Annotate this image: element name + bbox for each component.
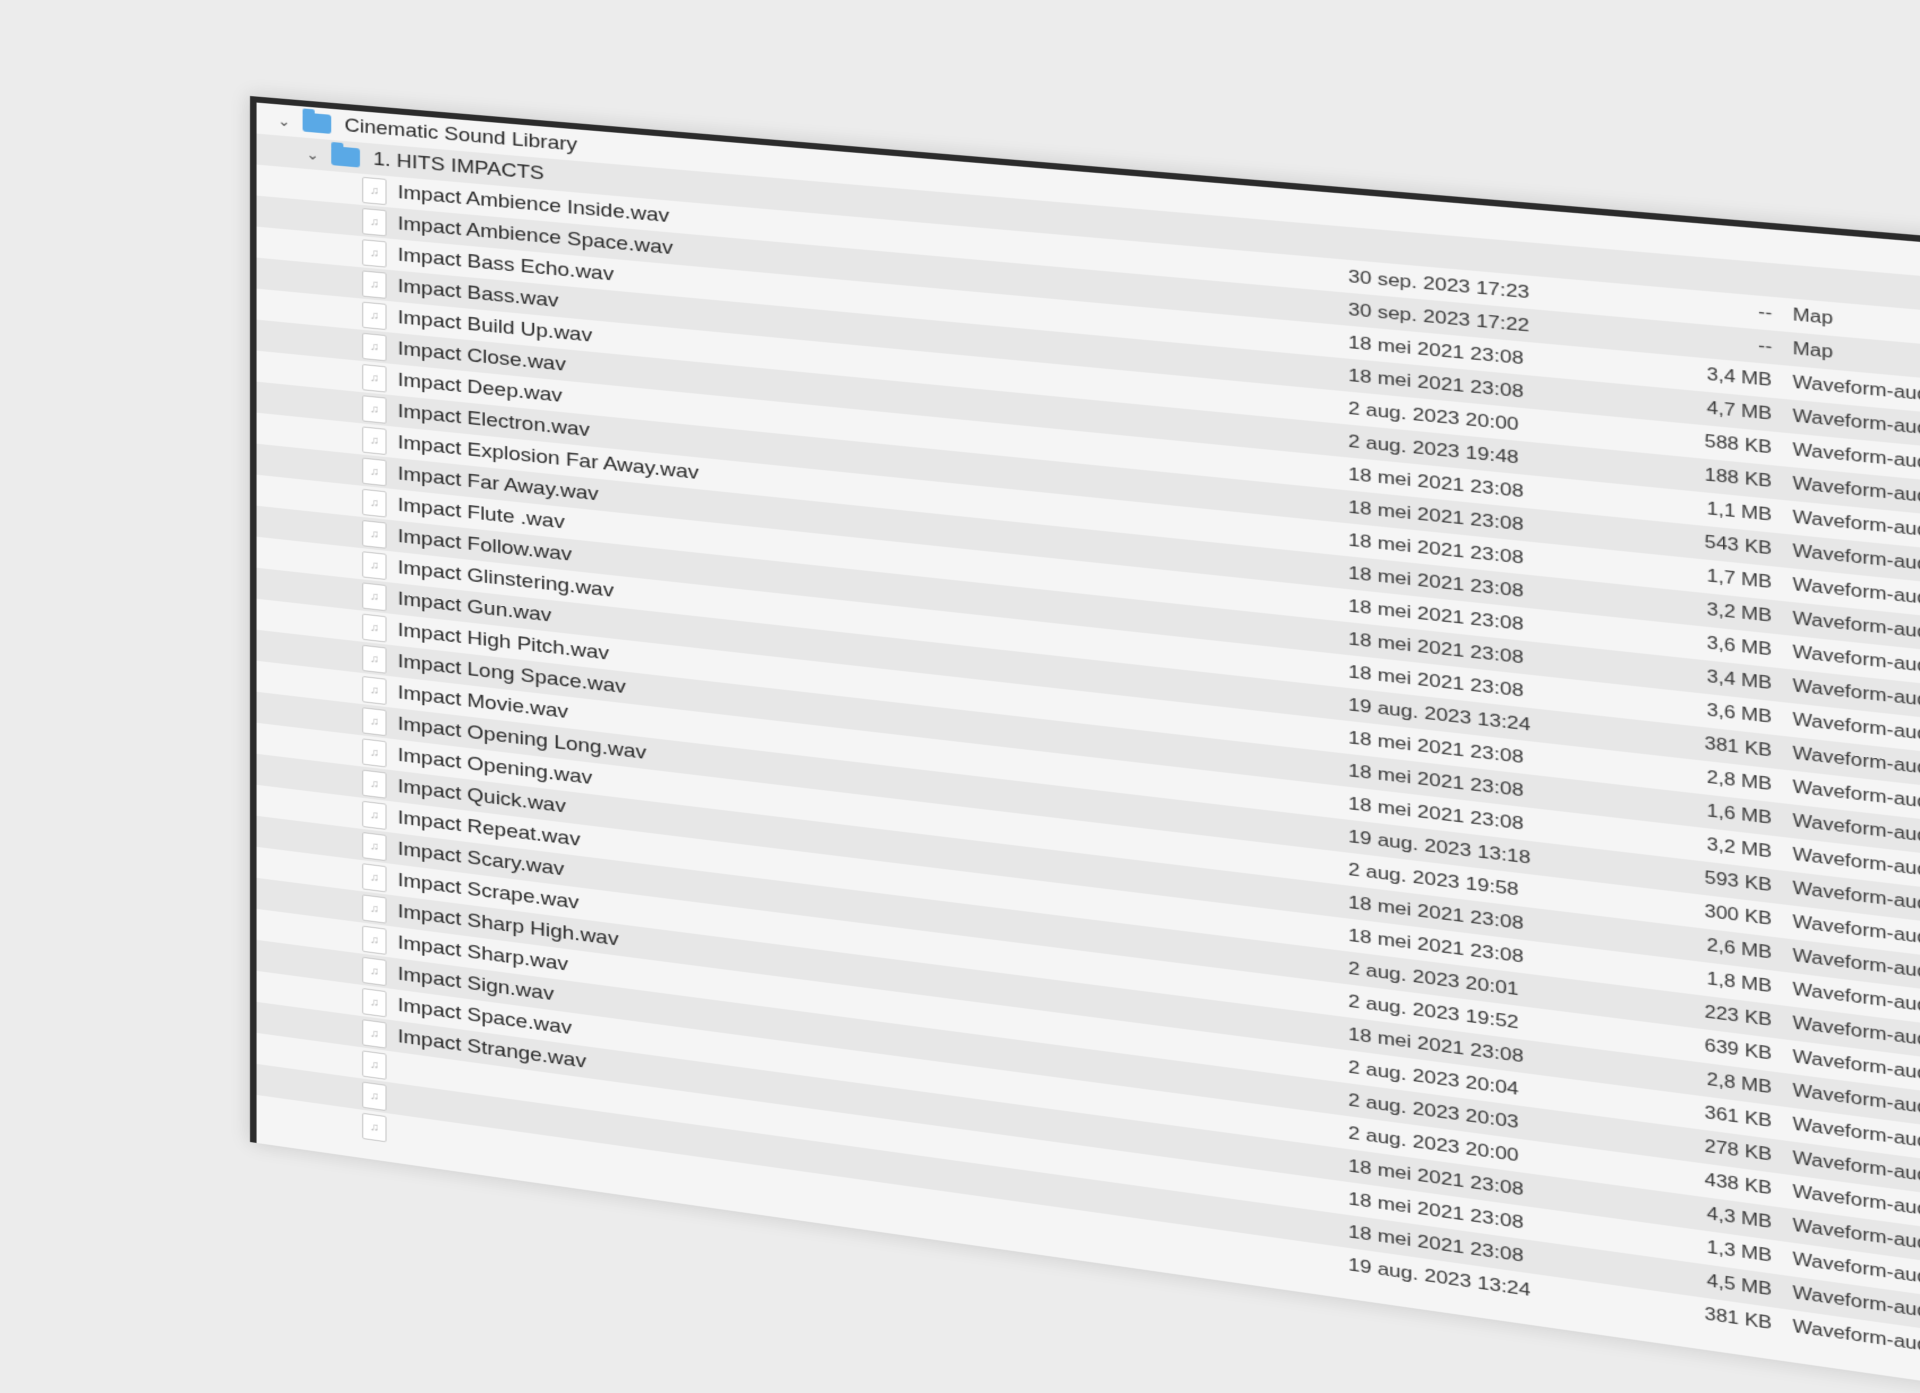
file-size: 3,4 MB	[1706, 365, 1773, 390]
audio-file-icon: ♫	[362, 238, 387, 268]
audio-file-icon: ♫	[362, 550, 387, 580]
folder-icon	[302, 112, 332, 134]
folder-icon	[331, 145, 360, 168]
audio-file-icon: ♫	[362, 1018, 387, 1049]
audio-file-icon: ♫	[362, 394, 387, 424]
audio-file-icon: ♫	[362, 800, 387, 830]
audio-file-icon: ♫	[362, 987, 387, 1017]
file-list: ⌄ Cinematic Sound Library ⌄ 1. HITS IMPA…	[256, 102, 1920, 1383]
file-size: 4,7 MB	[1706, 398, 1773, 424]
audio-file-icon: ♫	[362, 301, 387, 330]
file-size: 3,4 MB	[1706, 667, 1773, 693]
audio-file-icon: ♫	[362, 176, 387, 205]
file-size: 543 KB	[1704, 532, 1773, 559]
audio-file-icon: ♫	[362, 269, 387, 299]
file-size: 1,1 MB	[1706, 499, 1773, 525]
file-size: 3,6 MB	[1706, 700, 1773, 727]
audio-file-icon: ♫	[362, 1049, 387, 1080]
audio-file-icon: ♫	[362, 737, 387, 767]
file-size: 381 KB	[1704, 1304, 1773, 1333]
file-size: 2,8 MB	[1706, 768, 1773, 794]
audio-file-icon: ♫	[362, 769, 387, 799]
audio-file-icon: ♫	[362, 675, 387, 705]
file-size: --	[1758, 336, 1773, 357]
audio-file-icon: ♫	[362, 893, 387, 924]
file-kind: Map	[1792, 339, 1833, 362]
finder-window: ⌄ Cinematic Sound Library ⌄ 1. HITS IMPA…	[250, 96, 1920, 1393]
file-size: 3,2 MB	[1706, 600, 1773, 626]
file-kind: Map	[1792, 305, 1833, 328]
audio-file-icon: ♫	[362, 1112, 387, 1142]
audio-file-icon: ♫	[362, 956, 387, 986]
chevron-down-icon[interactable]: ⌄	[274, 111, 294, 131]
file-size: --	[1758, 302, 1773, 323]
audio-file-icon: ♫	[362, 1081, 387, 1111]
audio-file-icon: ♫	[362, 425, 387, 455]
audio-file-icon: ♫	[362, 613, 387, 643]
file-size: 3,6 MB	[1706, 633, 1773, 660]
audio-file-icon: ♫	[362, 706, 387, 736]
audio-file-icon: ♫	[362, 862, 387, 892]
audio-file-icon: ♫	[362, 644, 387, 674]
file-size: 1,6 MB	[1706, 801, 1773, 828]
stage: ⌄ Cinematic Sound Library ⌄ 1. HITS IMPA…	[0, 0, 1920, 1393]
audio-file-icon: ♫	[362, 363, 387, 393]
file-size: 188 KB	[1704, 465, 1773, 491]
audio-file-icon: ♫	[362, 207, 387, 236]
file-size: 588 KB	[1704, 432, 1773, 458]
file-size: 1,7 MB	[1706, 566, 1773, 592]
audio-file-icon: ♫	[362, 925, 387, 955]
audio-file-icon: ♫	[362, 488, 387, 518]
audio-file-icon: ♫	[362, 457, 387, 486]
audio-file-icon: ♫	[362, 519, 387, 549]
audio-file-icon: ♫	[362, 581, 387, 611]
audio-file-icon: ♫	[362, 332, 387, 361]
file-size: 381 KB	[1704, 734, 1773, 761]
audio-file-icon: ♫	[362, 831, 387, 861]
chevron-down-icon[interactable]: ⌄	[303, 144, 323, 164]
